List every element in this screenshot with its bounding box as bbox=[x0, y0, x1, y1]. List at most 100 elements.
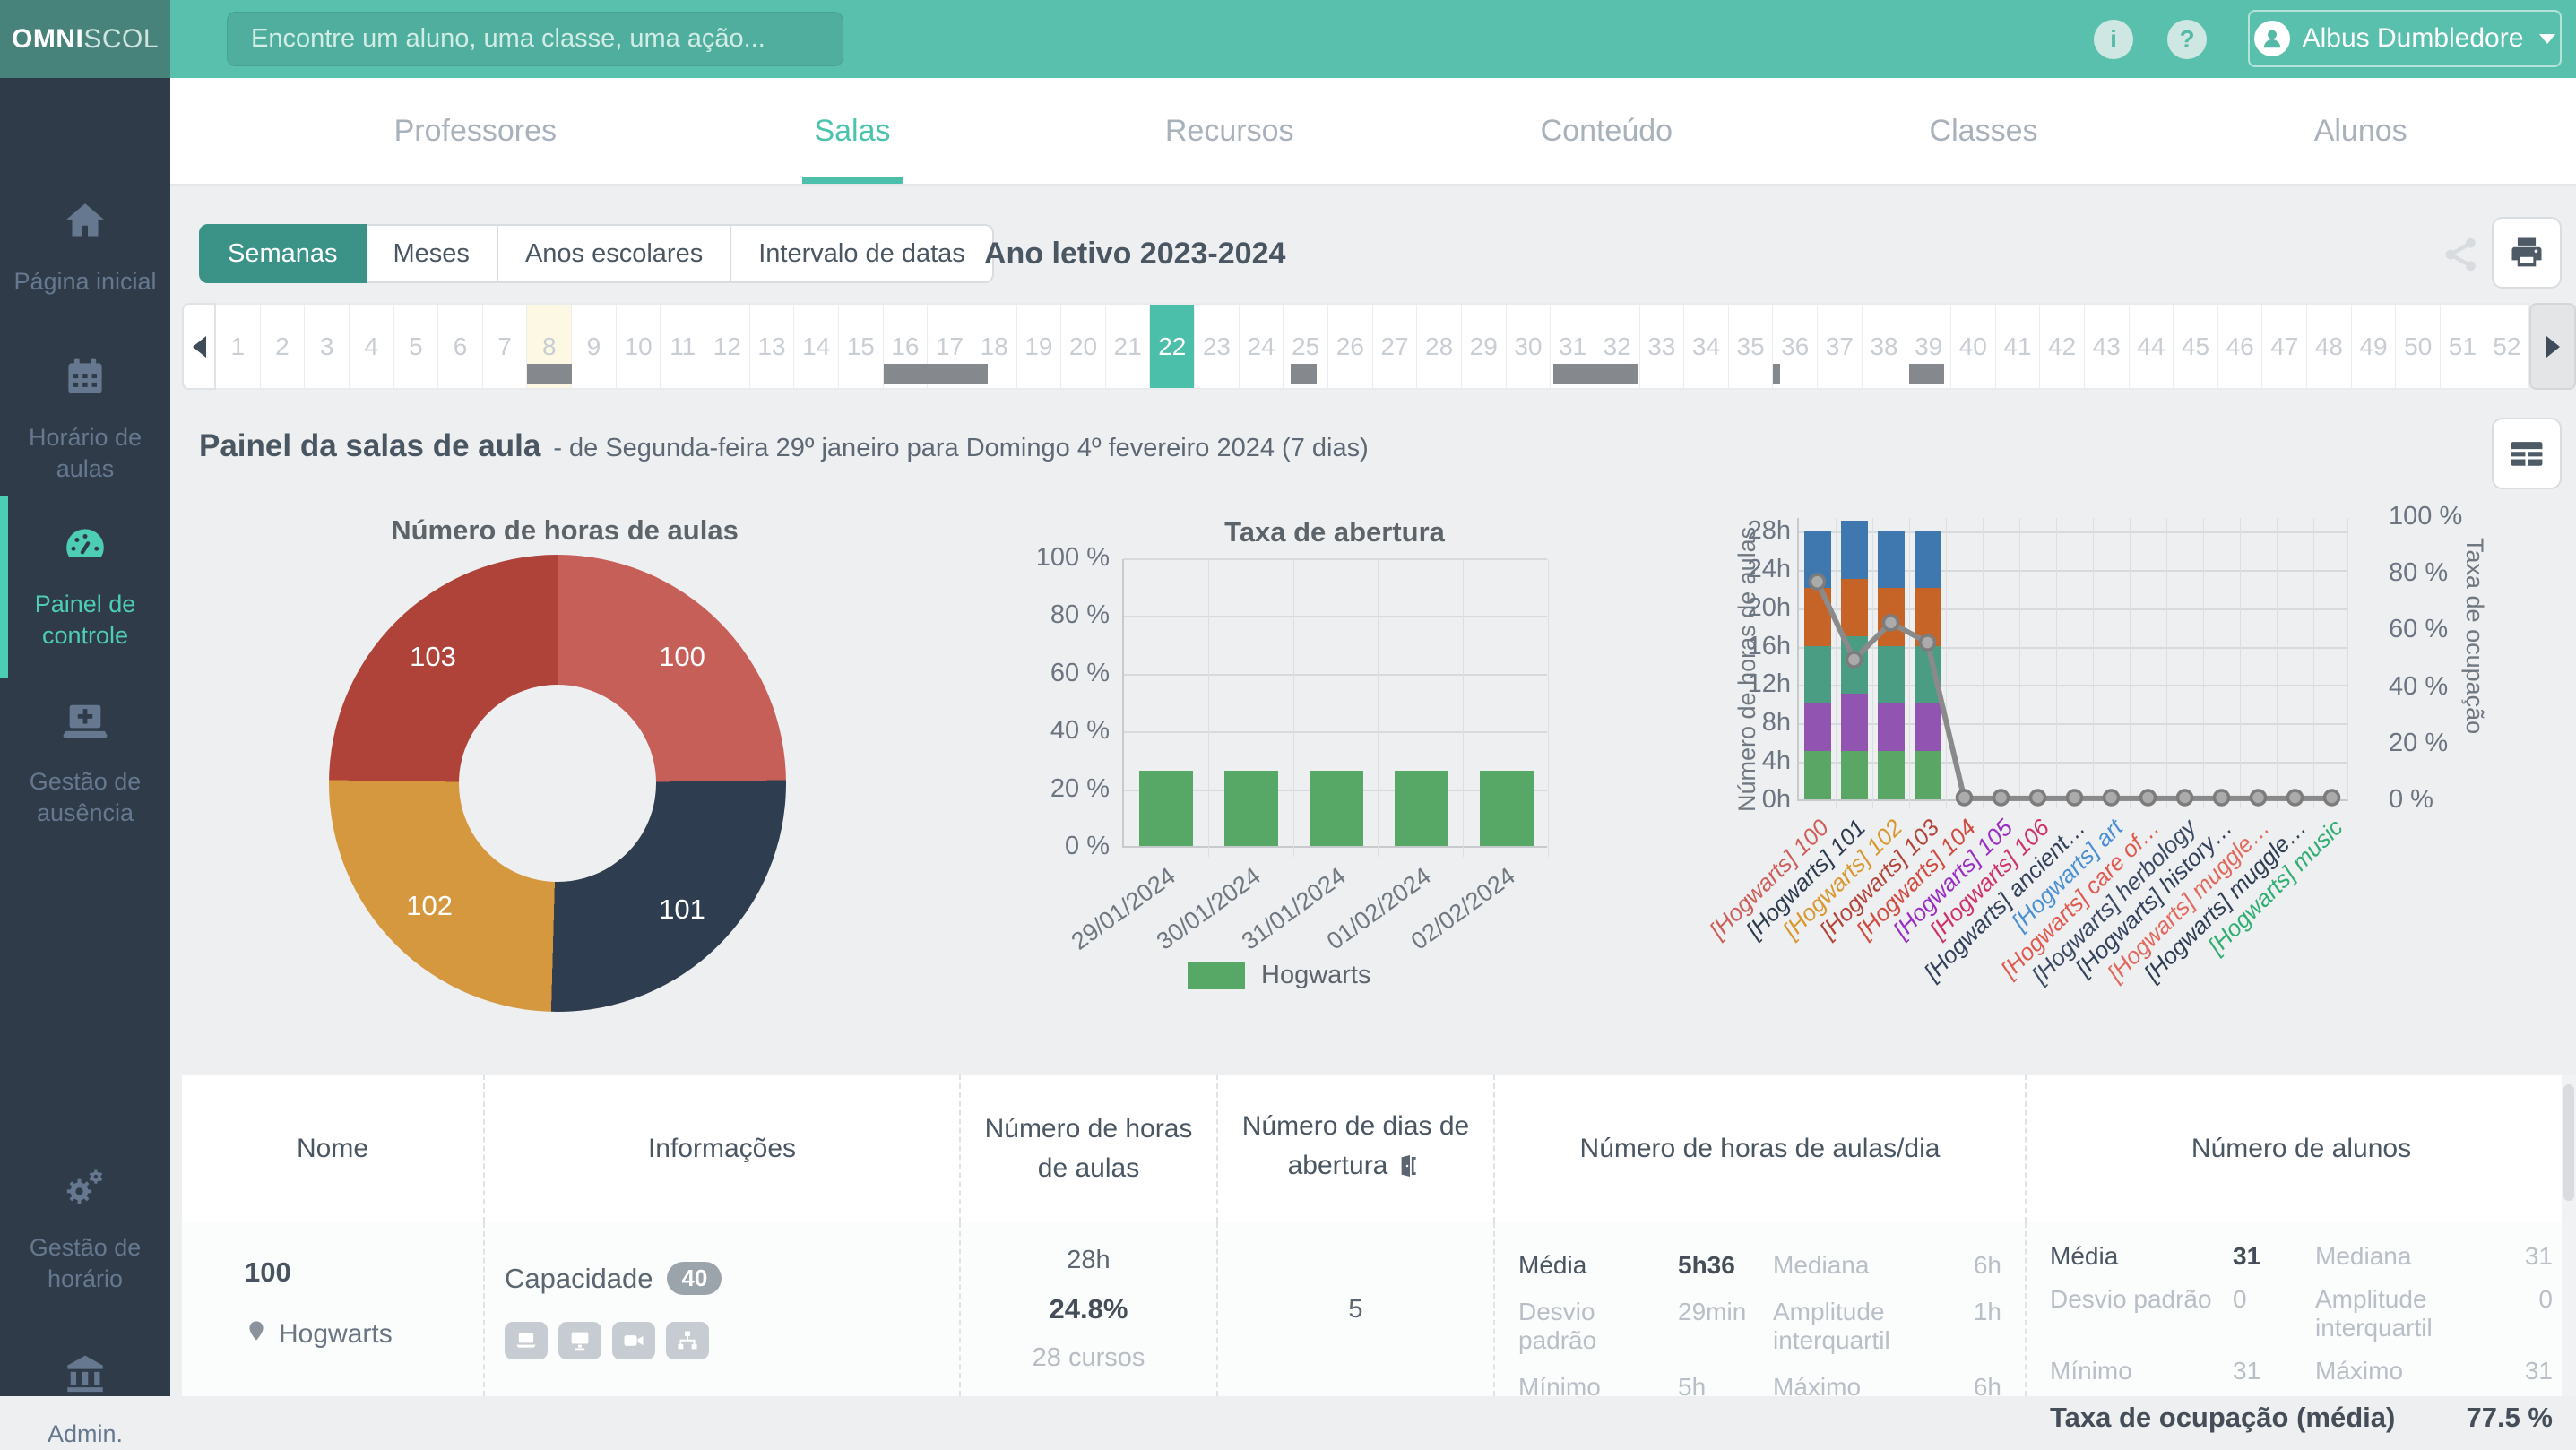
donut-segment-label: 102 bbox=[406, 890, 453, 922]
week-cell[interactable]: 44 bbox=[2130, 305, 2174, 388]
week-cell[interactable]: 17 bbox=[928, 305, 972, 388]
sidebar-item-gestao-de-ausencia[interactable]: Gestão de ausência bbox=[0, 698, 170, 830]
week-cell[interactable]: 42 bbox=[2040, 305, 2085, 388]
week-cell[interactable]: 40 bbox=[1951, 305, 1996, 388]
week-cell[interactable]: 34 bbox=[1684, 305, 1729, 388]
week-cell[interactable]: 22 bbox=[1150, 305, 1195, 388]
table-row-hours-cell: 28h 24.8% 28 cursos bbox=[959, 1222, 1216, 1396]
occupancy-line bbox=[1799, 518, 2350, 801]
previous-weeks-button[interactable] bbox=[182, 303, 216, 390]
donut: 100101102103 bbox=[329, 555, 786, 1012]
week-cell[interactable]: 24 bbox=[1240, 305, 1284, 388]
week-cell[interactable]: 37 bbox=[1818, 305, 1863, 388]
week-cell[interactable]: 26 bbox=[1328, 305, 1373, 388]
week-cell[interactable]: 30 bbox=[1507, 305, 1552, 388]
week-cell[interactable]: 15 bbox=[839, 305, 884, 388]
week-cell[interactable]: 27 bbox=[1373, 305, 1418, 388]
week-cell[interactable]: 16 bbox=[884, 305, 929, 388]
donut-segment-label: 101 bbox=[659, 893, 705, 926]
week-cell[interactable]: 21 bbox=[1106, 305, 1151, 388]
week-cell[interactable]: 36 bbox=[1773, 305, 1818, 388]
print-button[interactable] bbox=[2492, 217, 2562, 289]
right-tick-label: 100 % bbox=[2389, 502, 2462, 531]
sidebar-item-admin[interactable]: Admin. bbox=[0, 1351, 170, 1450]
week-cell[interactable]: 33 bbox=[1640, 305, 1685, 388]
week-cell[interactable]: 19 bbox=[1017, 305, 1062, 388]
next-weeks-button[interactable] bbox=[2529, 303, 2576, 390]
week-cell[interactable]: 18 bbox=[972, 305, 1017, 388]
column-header-dias-abertura[interactable]: Número de dias de abertura bbox=[1216, 1075, 1493, 1222]
table-view-button[interactable] bbox=[2492, 418, 2562, 489]
week-cell[interactable]: 20 bbox=[1061, 305, 1106, 388]
week-cell[interactable]: 31 bbox=[1551, 305, 1595, 388]
week-cell[interactable]: 49 bbox=[2352, 305, 2397, 388]
column-header-horas: Número de horas de aulas bbox=[959, 1075, 1216, 1222]
week-cell[interactable]: 39 bbox=[1906, 305, 1951, 388]
chevron-down-icon bbox=[2539, 34, 2555, 44]
week-cell[interactable]: 10 bbox=[617, 305, 661, 388]
week-cell[interactable]: 41 bbox=[1996, 305, 2041, 388]
sidebar-item-horario-de-aulas[interactable]: Horário de aulas bbox=[0, 354, 170, 486]
scrollbar-thumb[interactable] bbox=[2563, 1084, 2574, 1201]
week-cell[interactable]: 23 bbox=[1195, 305, 1240, 388]
hours-total: 28h bbox=[1067, 1246, 1110, 1275]
week-cell[interactable]: 7 bbox=[483, 305, 528, 388]
occupancy-value: 77.5 % bbox=[2466, 1402, 2553, 1434]
tab-classes[interactable]: Classes bbox=[1795, 78, 2173, 184]
door-open-sort-icon[interactable] bbox=[1396, 1152, 1423, 1191]
week-cell[interactable]: 28 bbox=[1417, 305, 1462, 388]
sidebar-item-pagina-inicial[interactable]: Página inicial bbox=[0, 198, 170, 298]
tab-professores[interactable]: Professores bbox=[287, 78, 664, 184]
week-cell[interactable]: 8 bbox=[527, 305, 572, 388]
left-tick-label: 24h bbox=[1748, 555, 1791, 584]
filter-meses-button[interactable]: Meses bbox=[367, 224, 498, 283]
bank-icon bbox=[62, 1351, 108, 1406]
week-cell[interactable]: 45 bbox=[2174, 305, 2218, 388]
week-cell[interactable]: 5 bbox=[394, 305, 439, 388]
donut-segment-label: 100 bbox=[659, 641, 705, 673]
week-cell[interactable]: 29 bbox=[1462, 305, 1507, 388]
share-icon[interactable] bbox=[2440, 233, 2483, 276]
week-cell[interactable]: 51 bbox=[2441, 305, 2485, 388]
week-cell[interactable]: 2 bbox=[261, 305, 306, 388]
week-cell[interactable]: 6 bbox=[438, 305, 483, 388]
week-cell[interactable]: 9 bbox=[572, 305, 617, 388]
week-cell[interactable]: 12 bbox=[705, 305, 750, 388]
week-cell[interactable]: 43 bbox=[2085, 305, 2130, 388]
week-cell[interactable]: 38 bbox=[1863, 305, 1907, 388]
week-cell[interactable]: 1 bbox=[216, 305, 261, 388]
open-days: 5 bbox=[1348, 1295, 1362, 1325]
tab-conteudo[interactable]: Conteúdo bbox=[1418, 78, 1795, 184]
tab-alunos[interactable]: Alunos bbox=[2172, 78, 2549, 184]
week-cell[interactable]: 46 bbox=[2218, 305, 2263, 388]
user-menu-button[interactable]: Albus Dumbledore bbox=[2248, 10, 2562, 67]
week-cell[interactable]: 14 bbox=[794, 305, 839, 388]
week-cell[interactable]: 50 bbox=[2396, 305, 2441, 388]
filter-semanas-button[interactable]: Semanas bbox=[199, 224, 367, 283]
gridline bbox=[1124, 731, 1547, 733]
info-icon[interactable]: i bbox=[2094, 20, 2133, 59]
week-cell[interactable]: 47 bbox=[2262, 305, 2307, 388]
sidebar-item-painel-de-controle[interactable]: Painel de controle bbox=[0, 521, 170, 652]
week-cell[interactable]: 35 bbox=[1729, 305, 1774, 388]
search-input[interactable] bbox=[227, 12, 843, 66]
tab-recursos[interactable]: Recursos bbox=[1041, 78, 1418, 184]
capacity-label: Capacidade bbox=[505, 1263, 653, 1295]
week-cell[interactable]: 32 bbox=[1595, 305, 1640, 388]
room-name: 100 bbox=[245, 1256, 483, 1289]
filter-intervalo-button[interactable]: Intervalo de datas bbox=[731, 224, 994, 283]
help-icon[interactable]: ? bbox=[2167, 20, 2207, 59]
filter-anos-escolares-button[interactable]: Anos escolares bbox=[498, 224, 731, 283]
week-cell[interactable]: 25 bbox=[1284, 305, 1328, 388]
week-cell[interactable]: 3 bbox=[305, 305, 350, 388]
week-cell[interactable]: 48 bbox=[2307, 305, 2352, 388]
week-cells: 1234567891011121314151617181920212223242… bbox=[216, 303, 2529, 390]
week-cell[interactable]: 13 bbox=[750, 305, 795, 388]
sidebar-item-gestao-de-horario[interactable]: Gestão de horário bbox=[0, 1164, 170, 1296]
table-row-students-cell: Média31Mediana31 Desvio padrão0Amplitude… bbox=[2025, 1222, 2576, 1396]
room-location: Hogwarts bbox=[279, 1319, 393, 1350]
week-cell[interactable]: 4 bbox=[350, 305, 394, 388]
tab-salas[interactable]: Salas bbox=[664, 78, 1042, 184]
week-cell[interactable]: 52 bbox=[2485, 305, 2530, 388]
week-cell[interactable]: 11 bbox=[661, 305, 705, 388]
